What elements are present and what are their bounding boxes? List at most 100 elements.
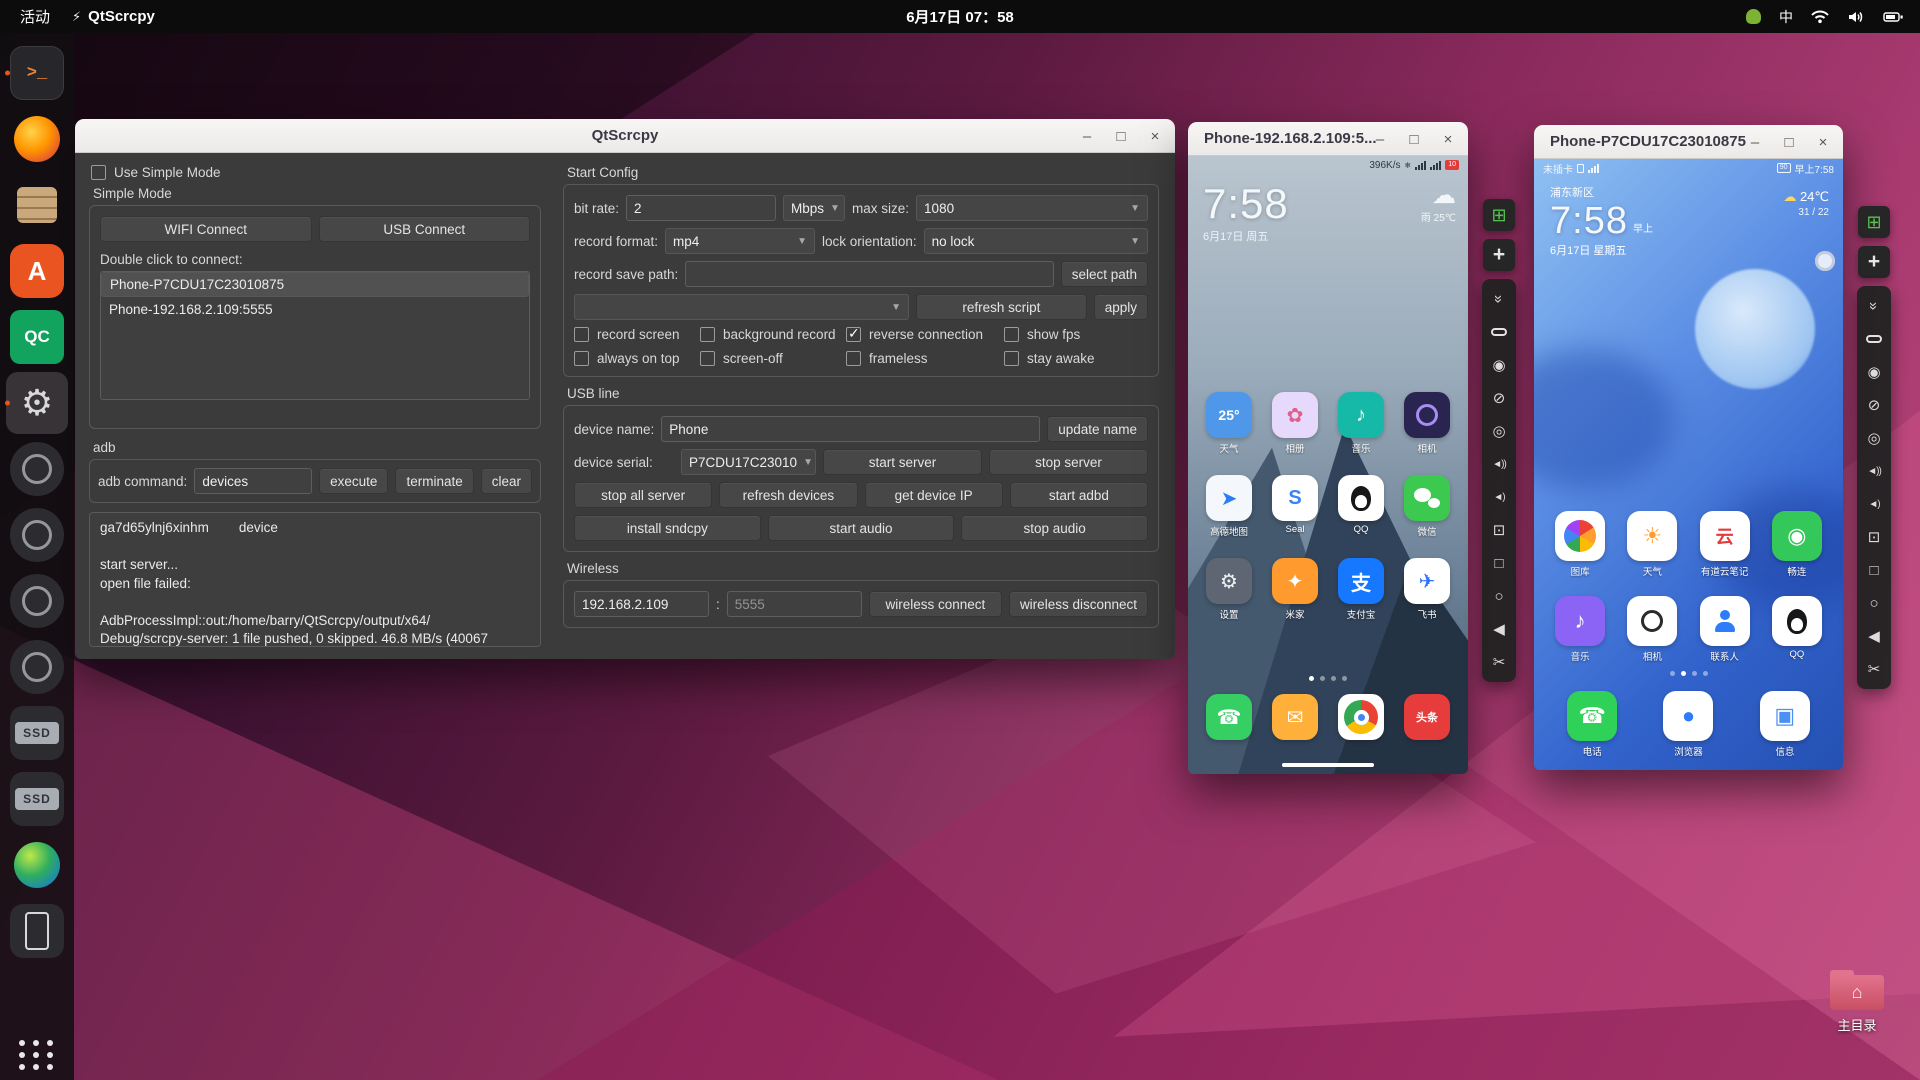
wireless-ip-input[interactable]: 192.168.2.109 xyxy=(574,591,709,617)
dock-item-device-window-1[interactable] xyxy=(6,438,68,500)
phone1-close-button[interactable]: × xyxy=(1436,127,1460,151)
assistive-ball[interactable] xyxy=(1815,251,1835,271)
use-simple-mode-checkbox[interactable] xyxy=(91,165,106,180)
fullscreen-icon[interactable]: + xyxy=(1483,239,1515,271)
checkbox-record-screen[interactable]: record screen xyxy=(574,327,700,342)
phone1-app-米家[interactable]: ✦ 米家 xyxy=(1272,558,1318,621)
wifi-icon[interactable] xyxy=(1811,10,1829,24)
dock-item-device-window-3[interactable] xyxy=(6,570,68,632)
phone2-titlebar[interactable]: Phone-P7CDU17C23010875 – □ × xyxy=(1534,125,1843,159)
dock-item-phone-device[interactable] xyxy=(6,900,68,962)
phone1-dock-app-icon[interactable]: 头条 xyxy=(1404,694,1450,740)
phone2-app-有道云笔记[interactable]: 云有道云笔记 xyxy=(1699,511,1750,578)
phone1-dock-app-icon[interactable]: ☎ xyxy=(1206,694,1252,740)
phone1-minimize-button[interactable]: – xyxy=(1368,127,1392,151)
wireless-connect-button[interactable]: wireless connect xyxy=(868,591,1002,617)
app-switch-icon[interactable]: ⊡ xyxy=(1860,522,1888,552)
phone2-dock-app-信息[interactable]: ▣ 信息 xyxy=(1759,691,1810,758)
bit-rate-unit-select[interactable]: Mbps ▼ xyxy=(783,195,846,221)
power-icon[interactable]: ◎ xyxy=(1485,416,1513,446)
volume-down-icon[interactable]: ◄) xyxy=(1860,489,1888,519)
phone1-dock-app-icon[interactable]: ✉ xyxy=(1272,694,1318,740)
screenshot-icon[interactable]: ✂ xyxy=(1485,647,1513,677)
home-icon[interactable]: ○ xyxy=(1485,581,1513,611)
qtscrcpy-titlebar[interactable]: QtScrcpy – □ × xyxy=(75,119,1175,153)
dock-item-globe[interactable] xyxy=(6,834,68,896)
phone2-close-button[interactable]: × xyxy=(1811,130,1835,154)
max-size-select[interactable]: 1080 ▼ xyxy=(916,195,1148,221)
dock-item-file-cabinet[interactable] xyxy=(6,174,68,236)
checkbox-show-fps[interactable]: show fps xyxy=(1004,327,1148,342)
script-select[interactable]: ▼ xyxy=(574,294,909,320)
screen-on-icon[interactable]: ◉ xyxy=(1485,350,1513,380)
dock-item-ubuntu-software[interactable]: A xyxy=(6,240,68,302)
checkbox-box[interactable] xyxy=(1004,327,1019,342)
phone1-app-微信[interactable]: 微信 xyxy=(1404,475,1450,538)
record-format-select[interactable]: mp4 ▼ xyxy=(665,228,816,254)
phone2-dock-app-浏览器[interactable]: ● 浏览器 xyxy=(1663,691,1714,758)
bit-rate-input[interactable]: 2 xyxy=(626,195,777,221)
select-path-button[interactable]: select path xyxy=(1060,261,1148,287)
refresh-script-button[interactable]: refresh script xyxy=(916,294,1087,320)
phone2-app-畅连[interactable]: ◉ 畅连 xyxy=(1771,511,1822,578)
dock-item-terminal[interactable]: >_ xyxy=(5,42,68,104)
dock-item-ssd-2[interactable]: SSD xyxy=(6,768,68,830)
refresh-devices-button[interactable]: refresh devices xyxy=(719,482,858,508)
expand-icon[interactable]: » xyxy=(1859,292,1889,320)
phone2-app-联系人[interactable]: 联系人 xyxy=(1699,596,1750,663)
home-icon[interactable]: ○ xyxy=(1860,588,1888,618)
phone2-app-图库[interactable]: 图库 xyxy=(1555,511,1606,578)
android-tray-icon[interactable] xyxy=(1746,9,1761,24)
checkbox-screen-off[interactable]: screen-off xyxy=(700,351,846,366)
expand-icon[interactable]: » xyxy=(1484,285,1514,313)
home-folder-icon[interactable]: ⌂ 主目录 xyxy=(1822,970,1892,1034)
back-icon[interactable]: ◀ xyxy=(1485,614,1513,644)
input-method-indicator[interactable]: 中 xyxy=(1779,7,1793,27)
usb-connect-button[interactable]: USB Connect xyxy=(318,216,530,242)
menu-icon[interactable]: □ xyxy=(1860,555,1888,585)
phone1-app-相册[interactable]: ✿ 相册 xyxy=(1272,392,1318,455)
phone1-app-相机[interactable]: 相机 xyxy=(1404,392,1450,455)
phone2-app-音乐[interactable]: ♪ 音乐 xyxy=(1555,596,1606,663)
phone1-app-支付宝[interactable]: 支支付宝 xyxy=(1338,558,1384,621)
touch-icon[interactable] xyxy=(1860,324,1888,354)
dock-item-settings[interactable]: ⚙ xyxy=(5,372,68,434)
terminate-button[interactable]: terminate xyxy=(395,468,474,494)
phone2-app-天气[interactable]: ☀ 天气 xyxy=(1627,511,1678,578)
activities-button[interactable]: 活动 xyxy=(20,6,50,27)
checkbox-reverse-connection[interactable]: reverse connection xyxy=(846,325,1004,342)
group-control-icon[interactable]: ⊞ xyxy=(1858,206,1890,238)
checkbox-box[interactable] xyxy=(846,325,861,342)
power-icon[interactable]: ◎ xyxy=(1860,423,1888,453)
adb-log-output[interactable]: ga7d65ylnj6xinhm device start server... … xyxy=(89,512,541,647)
clock[interactable]: 6月17日 07：58 xyxy=(906,6,1014,27)
focused-app-menu[interactable]: ⚡ QtScrcpy xyxy=(72,8,155,25)
dock-item-device-window-2[interactable] xyxy=(6,504,68,566)
menu-icon[interactable]: □ xyxy=(1485,548,1513,578)
dock-item-ssd-1[interactable]: SSD xyxy=(6,702,68,764)
checkbox-box[interactable] xyxy=(1004,351,1019,366)
phone1-app-QQ[interactable]: QQ xyxy=(1338,475,1384,538)
screen-on-icon[interactable]: ◉ xyxy=(1860,357,1888,387)
wireless-disconnect-button[interactable]: wireless disconnect xyxy=(1008,591,1148,617)
device-list[interactable]: Phone-P7CDU17C23010875 Phone-192.168.2.10… xyxy=(100,271,530,400)
phone1-app-飞书[interactable]: ✈ 飞书 xyxy=(1404,558,1450,621)
phone1-app-天气[interactable]: 25° 天气 xyxy=(1206,392,1252,455)
phone1-dock-app-chrome[interactable] xyxy=(1338,694,1384,740)
device-list-item[interactable]: Phone-P7CDU17C23010875 xyxy=(101,272,529,297)
phone1-screen[interactable]: 396K/s ❄ 10 7:58 6月17日 周五 ☁ 雨 25℃ 25° 天气 ✿… xyxy=(1188,156,1468,774)
dock-item-device-window-4[interactable] xyxy=(6,636,68,698)
checkbox-box[interactable] xyxy=(846,351,861,366)
phone1-app-设置[interactable]: ⚙ 设置 xyxy=(1206,558,1252,621)
minimize-button[interactable]: – xyxy=(1075,124,1099,148)
checkbox-box[interactable] xyxy=(574,327,589,342)
phone1-maximize-button[interactable]: □ xyxy=(1402,127,1426,151)
volume-icon[interactable] xyxy=(1847,10,1865,24)
checkbox-box[interactable] xyxy=(574,351,589,366)
lock-orientation-select[interactable]: no lock ▼ xyxy=(923,228,1148,254)
phone1-app-Seal[interactable]: S Seal xyxy=(1272,475,1318,538)
screen-off-icon[interactable]: ⊘ xyxy=(1860,390,1888,420)
volume-up-icon[interactable]: ◄)) xyxy=(1485,449,1513,479)
battery-icon[interactable] xyxy=(1883,11,1904,23)
phone2-app-QQ[interactable]: QQ xyxy=(1771,596,1822,663)
